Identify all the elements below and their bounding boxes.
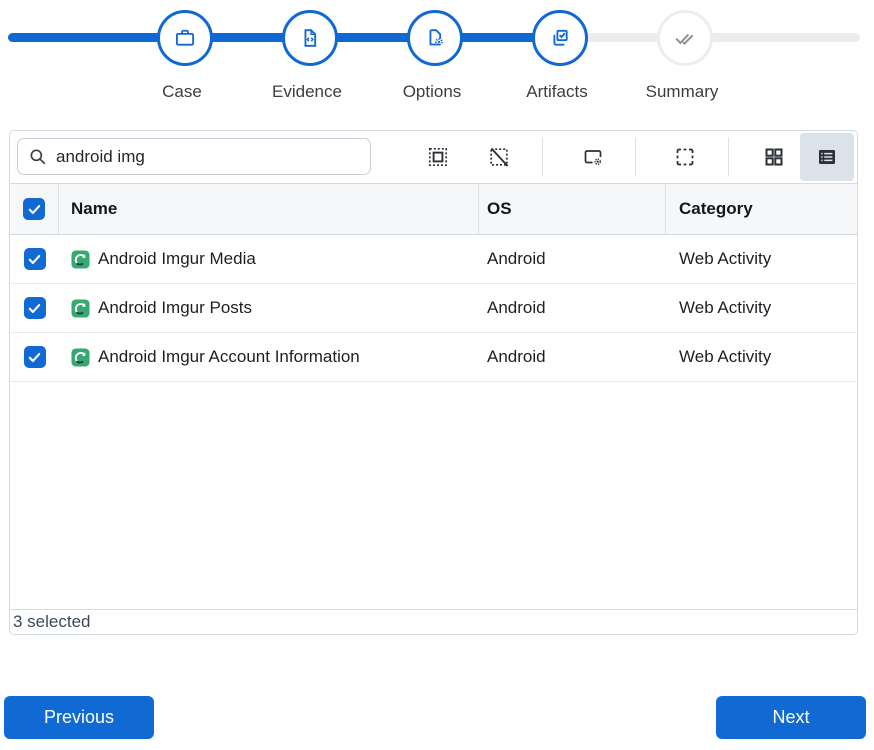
step-artifacts[interactable] (532, 10, 588, 66)
selection-count: 3 selected (13, 612, 91, 632)
file-gear-icon (422, 25, 448, 51)
next-button[interactable]: Next (716, 696, 866, 739)
table-empty-area (10, 382, 857, 609)
artifact-name: Android Imgur Media (98, 249, 256, 269)
step-label-evidence: Evidence (272, 82, 342, 102)
wizard-stepper: Case Evidence Options Artifacts Summary (0, 0, 874, 112)
step-summary[interactable] (657, 10, 713, 66)
file-code-icon (297, 25, 323, 51)
artifact-name: Android Imgur Account Information (98, 347, 360, 367)
step-label-case: Case (162, 82, 202, 102)
column-header-category[interactable]: Category (666, 184, 857, 234)
select-all-checkbox[interactable] (23, 198, 45, 220)
step-options[interactable] (407, 10, 463, 66)
imgur-artifact-icon (71, 348, 90, 367)
artifact-name: Android Imgur Posts (98, 298, 252, 318)
toolbar-divider (635, 138, 636, 176)
display-settings-icon (581, 145, 605, 169)
step-label-artifacts: Artifacts (526, 82, 587, 102)
row-checkbox[interactable] (24, 346, 46, 368)
select-all-button[interactable] (412, 134, 464, 180)
selection-status-bar: 3 selected (10, 609, 857, 634)
row-checkbox[interactable] (24, 297, 46, 319)
artifact-category: Web Activity (679, 249, 771, 269)
step-evidence[interactable] (282, 10, 338, 66)
table-row[interactable]: Android Imgur Media Android Web Activity (10, 235, 857, 284)
toolbar-divider (728, 138, 729, 176)
toolbar-divider (542, 138, 543, 176)
table-header: Name OS Category (10, 183, 857, 235)
briefcase-icon (172, 25, 198, 51)
check-icon (27, 350, 42, 365)
previous-button[interactable]: Previous (4, 696, 154, 739)
double-check-icon (671, 24, 699, 52)
imgur-artifact-icon (71, 250, 90, 269)
artifact-os: Android (487, 298, 546, 318)
artifact-selection-panel: Name OS Category Android Imgur Media And… (9, 130, 858, 635)
list-view-button[interactable] (800, 133, 854, 181)
grid-view-button[interactable] (748, 134, 800, 180)
table-row[interactable]: Android Imgur Posts Android Web Activity (10, 284, 857, 333)
table-row[interactable]: Android Imgur Account Information Androi… (10, 333, 857, 382)
checked-copies-icon (547, 25, 573, 51)
check-icon (27, 301, 42, 316)
column-header-os[interactable]: OS (479, 184, 666, 234)
select-region-button[interactable] (659, 134, 711, 180)
artifact-os: Android (487, 249, 546, 269)
list-view-icon (815, 145, 839, 169)
step-label-options: Options (403, 82, 462, 102)
display-settings-button[interactable] (567, 134, 619, 180)
dashed-select-icon (673, 145, 697, 169)
deselect-icon (487, 145, 511, 169)
grid-view-icon (762, 145, 786, 169)
search-input[interactable] (56, 147, 360, 167)
row-checkbox[interactable] (24, 248, 46, 270)
artifact-category: Web Activity (679, 347, 771, 367)
search-box[interactable] (17, 138, 371, 175)
artifact-os: Android (487, 347, 546, 367)
artifact-category: Web Activity (679, 298, 771, 318)
select-all-icon (426, 145, 450, 169)
check-icon (27, 252, 42, 267)
search-icon (28, 147, 48, 167)
deselect-all-button[interactable] (473, 134, 525, 180)
imgur-artifact-icon (71, 299, 90, 318)
step-case[interactable] (157, 10, 213, 66)
artifact-toolbar (10, 131, 857, 183)
column-header-name[interactable]: Name (59, 184, 479, 234)
step-label-summary: Summary (646, 82, 719, 102)
check-icon (27, 202, 42, 217)
